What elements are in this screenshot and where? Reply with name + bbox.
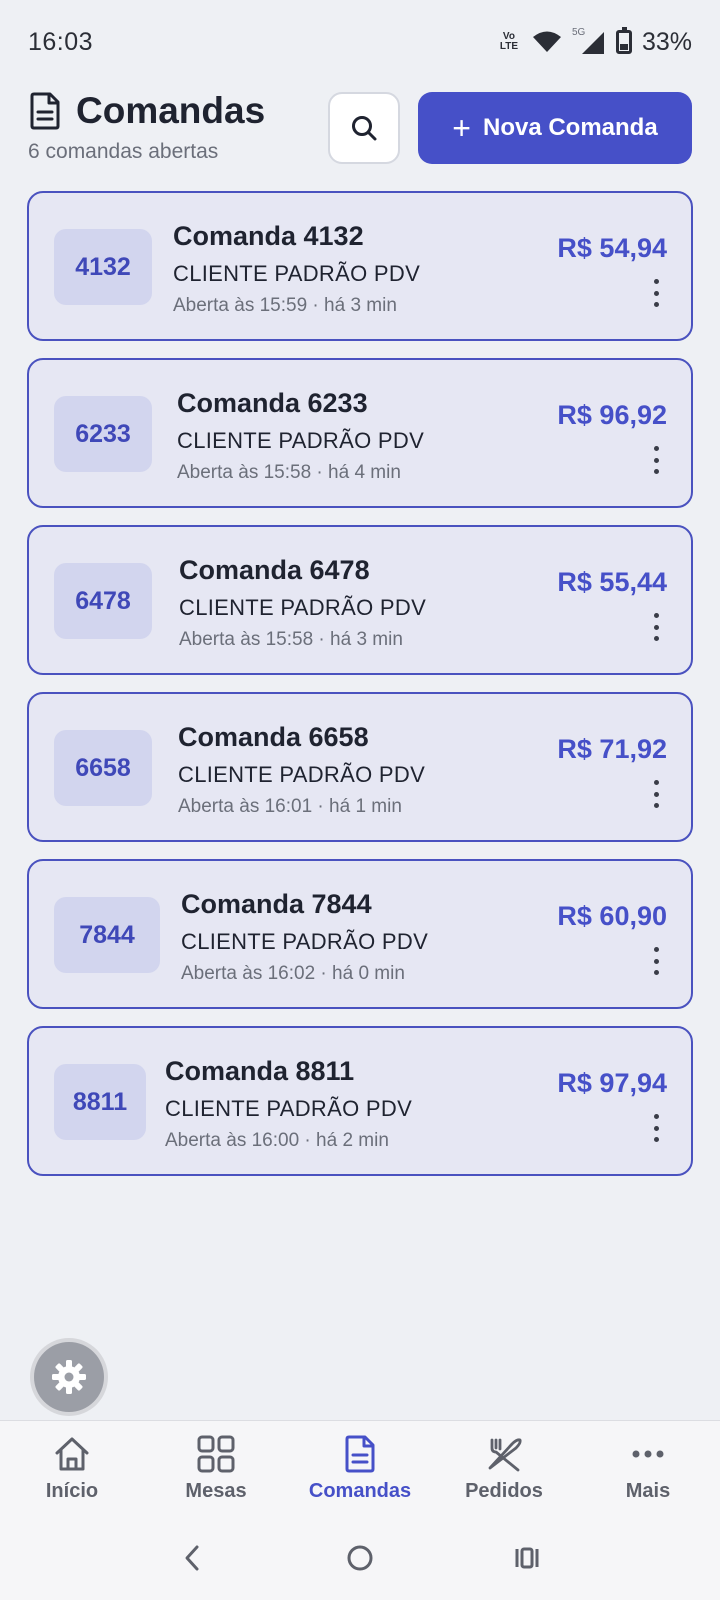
order-card[interactable]: 6658 Comanda 6658 CLIENTE PADRÃO PDV Abe…	[27, 692, 693, 842]
document-icon	[345, 1435, 375, 1473]
order-amount: R$ 96,92	[557, 400, 667, 430]
nav-label-inicio: Início	[45, 1480, 99, 1502]
order-info: Comanda 6658 CLIENTE PADRÃO PDV Aberta à…	[178, 722, 425, 818]
document-icon	[30, 92, 60, 130]
new-order-label: Nova Comanda	[482, 114, 658, 141]
signal-icon: 5G	[572, 27, 606, 55]
order-number-badge: 7844	[54, 897, 160, 973]
home-icon	[55, 1437, 89, 1471]
battery-level: 33%	[641, 27, 692, 56]
order-card[interactable]: 4132 Comanda 4132 CLIENTE PADRÃO PDV Abe…	[27, 191, 693, 341]
more-options-icon[interactable]	[651, 613, 661, 641]
more-options-icon[interactable]	[651, 279, 661, 307]
order-info: Comanda 6478 CLIENTE PADRÃO PDV Aberta à…	[179, 555, 426, 651]
orders-list: 4132 Comanda 4132 CLIENTE PADRÃO PDV Abe…	[27, 191, 693, 1193]
order-opened-time: Aberta às 16:02 · há 0 min	[181, 963, 405, 984]
order-number-badge: 6478	[54, 563, 152, 639]
order-amount: R$ 60,90	[557, 901, 667, 931]
order-client: CLIENTE PADRÃO PDV	[165, 1096, 413, 1121]
order-opened-time: Aberta às 15:59 · há 3 min	[173, 295, 397, 316]
order-card[interactable]: 8811 Comanda 8811 CLIENTE PADRÃO PDV Abe…	[27, 1026, 693, 1176]
more-options-icon[interactable]	[651, 947, 661, 975]
utensils-icon	[488, 1438, 522, 1472]
grid-icon	[197, 1435, 235, 1473]
gear-icon	[52, 1360, 86, 1394]
order-card[interactable]: 6233 Comanda 6233 CLIENTE PADRÃO PDV Abe…	[27, 358, 693, 508]
nav-label-comandas: Comandas	[308, 1480, 412, 1502]
order-amount: R$ 55,44	[557, 567, 667, 597]
order-number-badge: 6658	[54, 730, 152, 806]
order-title: Comanda 4132	[173, 221, 364, 251]
more-options-icon[interactable]	[651, 1114, 661, 1142]
order-number-badge: 8811	[54, 1064, 146, 1140]
order-opened-time: Aberta às 16:00 · há 2 min	[165, 1130, 389, 1151]
back-icon[interactable]	[178, 1543, 208, 1573]
order-title: Comanda 8811	[165, 1056, 355, 1086]
order-info: Comanda 7844 CLIENTE PADRÃO PDV Aberta à…	[181, 889, 428, 985]
recents-icon[interactable]	[512, 1543, 542, 1573]
order-client: CLIENTE PADRÃO PDV	[177, 428, 425, 453]
order-opened-time: Aberta às 15:58 · há 3 min	[179, 629, 403, 650]
order-number-badge: 4132	[54, 229, 152, 305]
order-info: Comanda 4132 CLIENTE PADRÃO PDV Aberta à…	[173, 221, 420, 317]
plus-icon: +	[452, 110, 471, 146]
nav-label-mesas: Mesas	[185, 1480, 247, 1502]
more-icon	[632, 1450, 664, 1458]
status-icons: Vo LTE 5G 33%	[496, 27, 692, 57]
settings-button-inner	[34, 1342, 104, 1412]
bottom-nav: Início Mesas Comandas Pedidos Mais	[0, 1420, 720, 1516]
nav-label-mais: Mais	[625, 1480, 671, 1502]
home-button-icon[interactable]	[345, 1543, 375, 1573]
order-opened-time: Aberta às 16:01 · há 1 min	[178, 796, 402, 817]
nav-item-mais[interactable]: Mais	[576, 1421, 720, 1516]
nav-item-mesas[interactable]: Mesas	[144, 1421, 288, 1516]
more-options-icon[interactable]	[651, 780, 661, 808]
order-card[interactable]: 7844 Comanda 7844 CLIENTE PADRÃO PDV Abe…	[27, 859, 693, 1009]
wifi-icon	[532, 31, 561, 52]
nav-item-inicio[interactable]: Início	[0, 1421, 144, 1516]
search-button[interactable]	[328, 92, 400, 164]
order-number-badge: 6233	[54, 396, 152, 472]
nav-item-comandas[interactable]: Comandas	[288, 1421, 432, 1516]
order-client: CLIENTE PADRÃO PDV	[173, 261, 421, 286]
settings-button[interactable]	[30, 1338, 108, 1416]
page-title: Comandas	[76, 90, 266, 131]
order-client: CLIENTE PADRÃO PDV	[178, 762, 426, 787]
nav-item-pedidos[interactable]: Pedidos	[432, 1421, 576, 1516]
order-info: Comanda 8811 CLIENTE PADRÃO PDV Aberta à…	[165, 1056, 412, 1152]
search-icon	[352, 116, 377, 141]
nav-label-pedidos: Pedidos	[465, 1480, 543, 1502]
page-header: Comandas 6 comandas abertas + Nova Coman…	[28, 90, 692, 174]
system-nav-bar	[0, 1516, 720, 1600]
order-client: CLIENTE PADRÃO PDV	[181, 929, 429, 954]
order-opened-time: Aberta às 15:58 · há 4 min	[177, 462, 401, 483]
order-client: CLIENTE PADRÃO PDV	[179, 595, 427, 620]
order-title: Comanda 6478	[179, 555, 370, 585]
status-time: 16:03	[28, 27, 94, 56]
order-info: Comanda 6233 CLIENTE PADRÃO PDV Aberta à…	[177, 388, 424, 484]
order-amount: R$ 71,92	[557, 734, 667, 764]
volte-icon: Vo LTE	[499, 31, 519, 52]
order-amount: R$ 54,94	[557, 233, 667, 263]
new-order-button[interactable]: + Nova Comanda	[418, 92, 692, 164]
battery-icon	[615, 27, 632, 54]
order-title: Comanda 6233	[177, 388, 368, 418]
order-title: Comanda 7844	[181, 889, 372, 919]
order-title: Comanda 6658	[178, 722, 369, 752]
status-bar: 16:03 Vo LTE 5G 33%	[0, 0, 720, 84]
more-options-icon[interactable]	[651, 446, 661, 474]
order-card[interactable]: 6478 Comanda 6478 CLIENTE PADRÃO PDV Abe…	[27, 525, 693, 675]
order-amount: R$ 97,94	[557, 1068, 667, 1098]
